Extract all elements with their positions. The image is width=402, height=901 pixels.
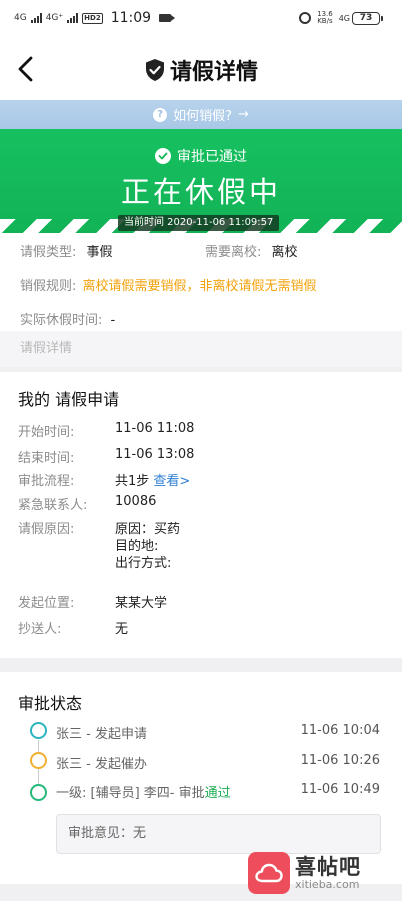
net-speed-unit: KB/s bbox=[317, 17, 333, 25]
leave-application-card: 我的 请假申请 开始时间: 11-06 11:08 结束时间: 11-06 13… bbox=[0, 372, 402, 658]
leave-type-label: 请假类型: bbox=[20, 245, 77, 260]
need-leave-value: 离校 bbox=[271, 245, 298, 260]
approved-status: 审批已通过 bbox=[0, 146, 402, 166]
leave-info: 请假类型: 事假 需要离校: 离校 销假规则: 离校请假需要销假，非离校请假无需… bbox=[0, 233, 402, 331]
actual-time-label: 实际休假时间: bbox=[20, 313, 103, 328]
timeline-dot bbox=[30, 752, 47, 769]
leave-type-row: 请假类型: 事假 bbox=[20, 241, 113, 260]
battery-icon: 73 bbox=[352, 12, 383, 25]
approved-text: 审批已通过 bbox=[177, 149, 247, 165]
watermark-url: xitieba.com bbox=[295, 878, 360, 891]
start-time-label: 开始时间: bbox=[18, 425, 75, 440]
timeline-step-text: 张三 - 发起申请 bbox=[56, 727, 147, 742]
leave-state: 正在休假中 bbox=[120, 175, 281, 209]
actual-time-row: 实际休假时间: - bbox=[20, 309, 115, 328]
status-bar: 4G 4G⁺ HD2 11:09 13.6 KB/s 4G 73 bbox=[0, 0, 402, 38]
need-leave-label: 需要离校: bbox=[205, 245, 262, 260]
status-left: 4G 4G⁺ HD2 11:09 bbox=[14, 10, 176, 26]
location-link[interactable]: 某某大学 bbox=[115, 592, 167, 611]
timeline-step-time: 11-06 10:26 bbox=[300, 753, 380, 768]
rule-label: 销假规则: bbox=[20, 279, 77, 294]
watermark: 喜帖吧 xitieba.com bbox=[248, 852, 361, 894]
check-circle-icon bbox=[155, 148, 171, 164]
cloud-logo-icon bbox=[248, 852, 290, 894]
flow-value: 共1步 bbox=[115, 474, 150, 489]
hd-text: HD bbox=[84, 13, 96, 22]
need-leave-row: 需要离校: 离校 bbox=[205, 241, 298, 260]
signal-label-1: 4G bbox=[14, 13, 27, 23]
timeline-step-time: 11-06 10:49 bbox=[300, 782, 380, 797]
reason-line-3: 出行方式: bbox=[115, 556, 172, 571]
section-caption: 请假详情 bbox=[0, 331, 402, 367]
approval-opinion: 审批意见：无 bbox=[56, 814, 381, 854]
watermark-name: 喜帖吧 bbox=[295, 855, 361, 879]
battery-level: 73 bbox=[359, 13, 373, 23]
current-time: 当前时间 2020-11-06 11:09:57 bbox=[118, 215, 280, 231]
help-icon: ? bbox=[153, 107, 168, 122]
status-time: 11:09 bbox=[110, 10, 152, 26]
how-cancel-leave-label: 如何销假? bbox=[173, 109, 232, 124]
contact-value: 10086 bbox=[115, 494, 157, 509]
alarm-icon bbox=[299, 12, 312, 24]
page-title: 请假详情 bbox=[169, 60, 258, 85]
timeline-step-text: 张三 - 发起催办 bbox=[56, 757, 147, 772]
location-label: 发起位置: bbox=[18, 596, 75, 611]
video-icon bbox=[159, 14, 176, 22]
signal-label-2: 4G⁺ bbox=[45, 13, 64, 23]
application-title: 我的 请假申请 bbox=[18, 390, 120, 409]
rule-row: 销假规则: 离校请假需要销假，非离校请假无需销假 bbox=[20, 275, 317, 294]
status-right: 13.6 KB/s 4G bbox=[299, 11, 350, 25]
rule-value: 离校请假需要销假，非离校请假无需销假 bbox=[82, 279, 317, 294]
signal-icon bbox=[30, 13, 42, 23]
signal-icon-2 bbox=[67, 13, 79, 23]
cc-label: 抄送人: bbox=[18, 622, 62, 637]
timeline-step-3: 一级: [辅导员] 李四- 审批通过 bbox=[56, 782, 231, 801]
page-title-wrap: 请假详情 bbox=[0, 54, 402, 86]
timeline-step-time: 11-06 10:04 bbox=[300, 723, 380, 738]
end-time-label: 结束时间: bbox=[18, 451, 75, 466]
arrow-right-icon: → bbox=[238, 107, 249, 122]
end-time-value: 11-06 13:08 bbox=[115, 447, 195, 462]
start-time-value: 11-06 11:08 bbox=[115, 421, 195, 436]
timeline-dot bbox=[30, 722, 47, 739]
hd-sub: 2 bbox=[95, 13, 101, 22]
actual-time-value: - bbox=[110, 313, 116, 328]
contact-label: 紧急联系人: bbox=[18, 498, 88, 513]
approval-title: 审批状态 bbox=[18, 694, 83, 713]
timeline-step-text: 一级: [辅导员] 李四- 审批 bbox=[56, 786, 205, 801]
reason-label: 请假原因: bbox=[18, 522, 75, 537]
net-type: 4G bbox=[338, 13, 350, 23]
cc-value: 无 bbox=[115, 622, 129, 637]
status-banner: 审批已通过 正在休假中 当前时间 2020-11-06 11:09:57 bbox=[0, 129, 402, 233]
how-cancel-leave-link[interactable]: ? 如何销假? → bbox=[0, 100, 402, 129]
flow-label: 审批流程: bbox=[18, 474, 75, 489]
timeline-dot bbox=[30, 784, 47, 801]
view-flow-link[interactable]: 查看> bbox=[153, 474, 190, 489]
app-header: 请假详情 bbox=[0, 38, 402, 100]
approval-result: 通过 bbox=[204, 786, 231, 801]
leave-type-value: 事假 bbox=[86, 245, 113, 260]
watermark-text: 喜帖吧 xitieba.com bbox=[295, 855, 361, 891]
net-speed: 13.6 KB/s bbox=[317, 11, 333, 25]
flow-row: 共1步 查看> bbox=[115, 470, 190, 489]
shield-check-icon bbox=[145, 59, 164, 81]
hd-badge: HD2 bbox=[82, 12, 103, 24]
